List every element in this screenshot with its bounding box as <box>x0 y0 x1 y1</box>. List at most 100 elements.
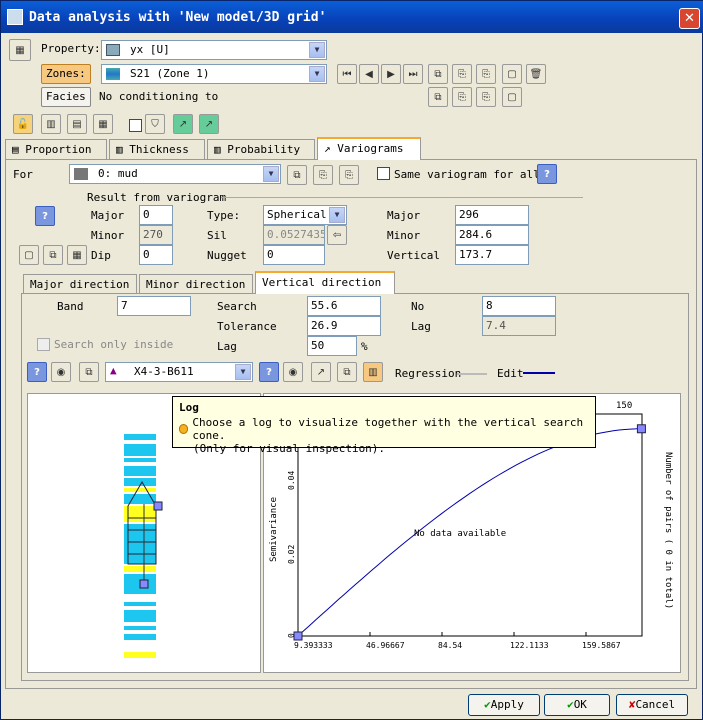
info-bullet-icon <box>179 424 189 434</box>
table-icon[interactable]: ▦ <box>67 245 87 265</box>
no-field[interactable]: 8 <box>482 296 556 316</box>
arrow-left-icon[interactable]: ⇦ <box>327 225 347 245</box>
regression-line-swatch[interactable] <box>457 373 487 375</box>
chevron-down-icon[interactable]: ▼ <box>329 207 345 223</box>
nugget-label: Nugget <box>207 249 247 262</box>
histogram-icon[interactable]: ▥ <box>363 362 383 382</box>
x-tick-label: 84.54 <box>438 641 462 650</box>
same-variogram-label: Same variogram for all <box>394 168 540 181</box>
dip-field[interactable]: 0 <box>139 245 173 265</box>
curve-handle[interactable] <box>636 424 646 434</box>
delete-icon[interactable]: 🗑 <box>526 64 546 84</box>
type-value: Spherical <box>267 208 327 221</box>
range-minor-field[interactable]: 284.6 <box>455 225 529 245</box>
property-icon[interactable]: ▦ <box>9 39 31 61</box>
facies-button[interactable]: Facies <box>41 87 91 107</box>
help-icon[interactable]: ? <box>259 362 279 382</box>
major-field[interactable]: 0 <box>139 205 173 225</box>
chevron-down-icon[interactable]: ▼ <box>309 66 325 82</box>
paste-all-icon[interactable]: ⎘ <box>476 87 496 107</box>
apply-button[interactable]: ✔Apply <box>468 694 540 716</box>
eye-icon[interactable]: ◉ <box>51 362 71 382</box>
copy-icon[interactable]: ⧉ <box>43 245 63 265</box>
lag2-field[interactable]: 50 <box>307 336 357 356</box>
tab-probability[interactable]: ▥ Probability <box>207 139 315 159</box>
eye-icon[interactable]: ◉ <box>283 362 303 382</box>
curve-handle[interactable] <box>293 631 303 641</box>
sil-label: Sil <box>207 229 227 242</box>
window-icon[interactable]: ⧉ <box>79 362 99 382</box>
chart-icon[interactable]: ↗ <box>173 114 193 134</box>
search-field[interactable]: 55.6 <box>307 296 381 316</box>
paste-icon[interactable]: ⎘ <box>452 64 472 84</box>
copy-icon[interactable]: ⧉ <box>428 87 448 107</box>
tab-vertical-direction[interactable]: Vertical direction <box>255 271 395 294</box>
chevron-down-icon[interactable]: ▼ <box>309 42 325 58</box>
tolerance-field[interactable]: 26.9 <box>307 316 381 336</box>
help-icon[interactable]: ? <box>537 164 557 184</box>
property-combo[interactable]: yx [U] ▼ <box>101 40 327 60</box>
ok-button[interactable]: ✔OK <box>544 694 610 716</box>
range-vertical-field[interactable]: 173.7 <box>455 245 529 265</box>
range-major-field[interactable]: 296 <box>455 205 529 225</box>
sil-field[interactable]: 0.05274356 <box>263 225 325 245</box>
first-icon[interactable]: ⏮ <box>337 64 357 84</box>
top-tick-label: 150 <box>616 401 632 411</box>
x-tick-label: 159.5867 <box>582 641 621 650</box>
new-icon[interactable]: ▢ <box>502 64 522 84</box>
paste-all-icon[interactable]: ⎘ <box>339 165 359 185</box>
cancel-button[interactable]: ✘Cancel <box>616 694 688 716</box>
lag-field[interactable]: 7.4 <box>482 316 556 336</box>
window-title: Data analysis with 'New model/3D grid' <box>29 9 327 25</box>
chart-icon[interactable]: ↗ <box>311 362 331 382</box>
zones-combo[interactable]: S21 (Zone 1) ▼ <box>101 64 327 84</box>
facies-value: No conditioning to <box>99 90 219 103</box>
no-data-annotation: No data available <box>414 529 506 539</box>
tab-major-direction[interactable]: Major direction <box>23 274 137 294</box>
new-icon[interactable]: ▢ <box>19 245 39 265</box>
paste-icon[interactable]: ⎘ <box>452 87 472 107</box>
paste-icon[interactable]: ⎘ <box>313 165 333 185</box>
cancel-label: Cancel <box>635 698 676 711</box>
x-tick-label: 46.96667 <box>366 641 405 650</box>
close-button[interactable]: ✕ <box>679 8 700 29</box>
new-icon[interactable]: ▢ <box>502 87 522 107</box>
for-combo[interactable]: 0: mud ▼ <box>69 164 281 184</box>
band-field[interactable]: 7 <box>117 296 191 316</box>
y-tick-label: 0.02 <box>287 545 296 564</box>
check-icon: ✔ <box>567 698 574 711</box>
type-combo[interactable]: Spherical ▼ <box>263 205 347 225</box>
filter-icon[interactable]: ⛉ <box>145 114 165 134</box>
next-icon[interactable]: ▶ <box>381 64 401 84</box>
prev-icon[interactable]: ◀ <box>359 64 379 84</box>
paste-all-icon[interactable]: ⎘ <box>476 64 496 84</box>
tab-probability-label: Probability <box>227 143 301 156</box>
help-icon[interactable]: ? <box>35 206 55 226</box>
help-icon[interactable]: ? <box>27 362 47 382</box>
chevron-down-icon[interactable]: ▼ <box>235 364 251 380</box>
same-variogram-checkbox[interactable] <box>377 167 390 180</box>
lock-icon[interactable]: 🔓 <box>13 114 33 134</box>
tab-proportion[interactable]: ▤ Proportion <box>5 139 107 159</box>
edit-line-swatch[interactable] <box>523 372 555 374</box>
copy-icon[interactable]: ⧉ <box>287 165 307 185</box>
nugget-field[interactable]: 0 <box>263 245 325 265</box>
chart2-icon[interactable]: ↗ <box>199 114 219 134</box>
toggle-checkbox[interactable] <box>129 119 142 132</box>
bars-icon[interactable]: ▥ <box>41 114 61 134</box>
tab-thickness[interactable]: ▥ Thickness <box>109 139 205 159</box>
tolerance-label: Tolerance <box>217 320 277 333</box>
search-only-inside-checkbox[interactable] <box>37 338 50 351</box>
palette-icon[interactable]: ▦ <box>93 114 113 134</box>
grid-icon <box>106 44 120 56</box>
window-icon[interactable]: ⧉ <box>337 362 357 382</box>
stack-icon[interactable]: ▤ <box>67 114 87 134</box>
chevron-down-icon[interactable]: ▼ <box>263 166 279 182</box>
zones-button[interactable]: Zones: <box>41 64 91 84</box>
well-combo[interactable]: ▲ X4-3-B611 ▼ <box>105 362 253 382</box>
last-icon[interactable]: ⏭ <box>403 64 423 84</box>
tab-variograms[interactable]: ↗ Variograms <box>317 137 421 160</box>
copy-icon[interactable]: ⧉ <box>428 64 448 84</box>
minor-field[interactable]: 270 <box>139 225 173 245</box>
tab-minor-direction[interactable]: Minor direction <box>139 274 253 294</box>
